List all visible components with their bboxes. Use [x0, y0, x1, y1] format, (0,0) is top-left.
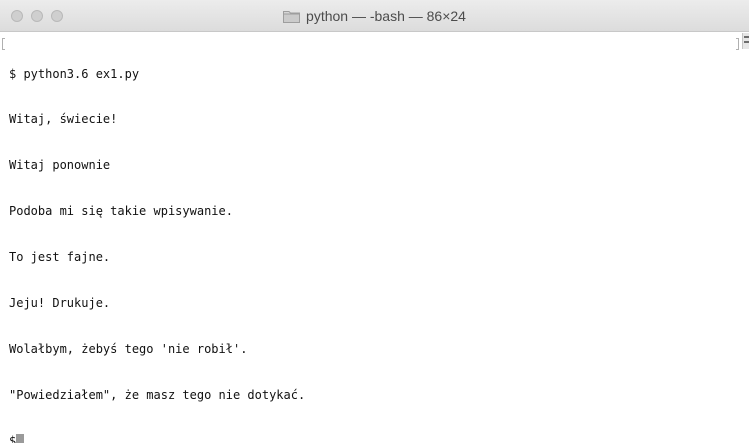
scrollbar-handle[interactable]: [742, 33, 749, 49]
terminal-line: Witaj ponownie: [9, 158, 111, 173]
text-cursor: [16, 433, 25, 443]
terminal-line: Jeju! Drukuje.: [9, 296, 111, 311]
terminal-line: "Powiedziałem", że masz tego nie dotykać…: [9, 387, 306, 402]
terminal-output[interactable]: $ python3.6 ex1.py Witaj, świecie! Witaj…: [0, 32, 738, 443]
terminal-line: To jest fajne.: [9, 250, 111, 265]
window-title: python — -bash — 86×24: [306, 8, 466, 24]
prompt-line[interactable]: $: [9, 433, 738, 443]
terminal-line: Wolałbym, żebyś tego 'nie robił'.: [9, 341, 248, 356]
terminal-window: python — -bash — 86×24 $ python3.6 ex1.p…: [0, 0, 749, 443]
window-title-group: python — -bash — 86×24: [0, 0, 749, 32]
prompt-symbol: $: [9, 433, 17, 443]
title-bar[interactable]: python — -bash — 86×24: [0, 0, 749, 32]
terminal-line: Witaj, świecie!: [9, 112, 118, 127]
folder-icon: [283, 10, 301, 23]
terminal-line: $ python3.6 ex1.py: [9, 66, 140, 81]
terminal-line: Podoba mi się takie wpisywanie.: [9, 204, 233, 219]
